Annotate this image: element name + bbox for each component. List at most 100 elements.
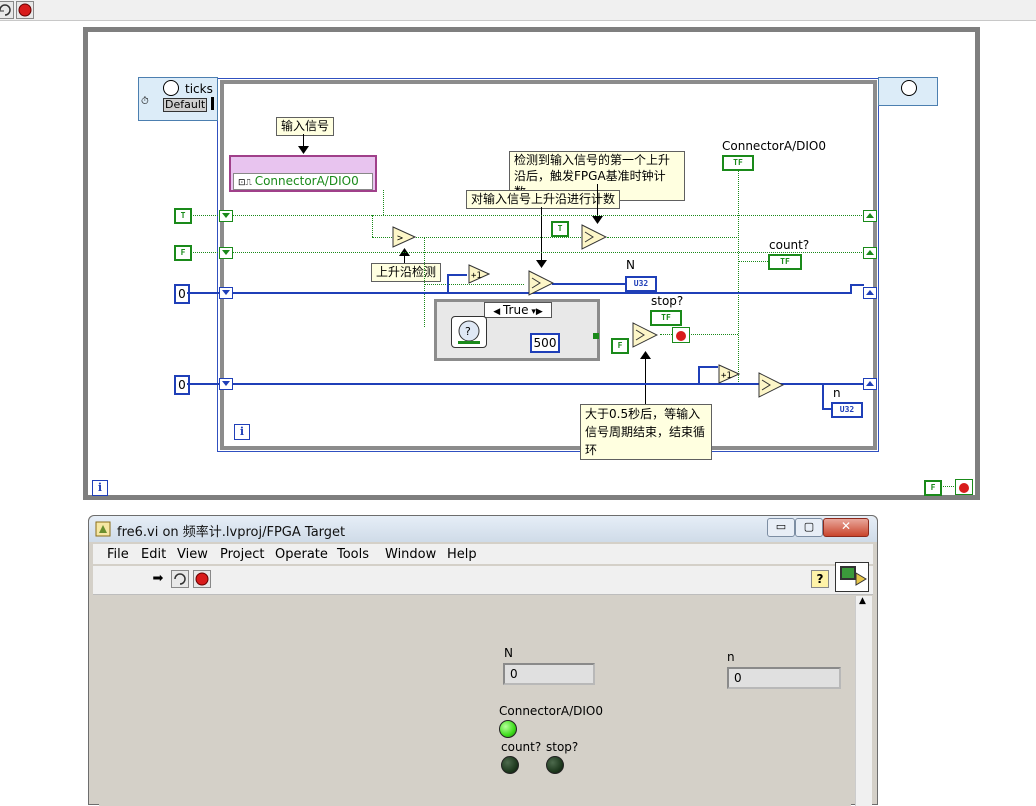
top-toolbar xyxy=(0,0,1036,21)
case-selector[interactable]: ◀ True ▾▶ xyxy=(484,302,552,318)
stop-led xyxy=(546,756,564,774)
shift-register-left[interactable] xyxy=(219,247,233,259)
bool-false-constant[interactable]: F xyxy=(611,338,629,354)
shift-register-right[interactable] xyxy=(863,210,877,222)
menu-window[interactable]: Window xyxy=(385,547,436,562)
panel-toolbar: ➡ ? xyxy=(93,562,873,595)
bool-wire xyxy=(738,261,768,262)
window-title: fre6.vi on 频率计.lvproj/FPGA Target xyxy=(117,525,346,540)
numeric-constant-500[interactable]: 500 xyxy=(530,333,560,353)
N-label: N xyxy=(504,646,513,660)
front-panel-window: fre6.vi on 频率计.lvproj/FPGA Target ▭ ▢ ✕ … xyxy=(88,515,878,806)
count-led xyxy=(501,756,519,774)
minimize-button[interactable]: ▭ xyxy=(767,518,795,537)
increment-node[interactable]: +1 xyxy=(718,364,740,384)
menu-operate[interactable]: Operate xyxy=(275,547,328,562)
select-node[interactable] xyxy=(528,270,554,296)
bool-true-constant[interactable]: T xyxy=(174,208,192,224)
greater-than-node[interactable]: > xyxy=(392,226,416,248)
timed-loop-input-node[interactable]: ticks ⏱ Default xyxy=(138,77,218,121)
front-panel-canvas: N 0 n 0 ConnectorA/DIO0 count? stop? xyxy=(99,596,851,806)
clock-icon xyxy=(163,80,179,96)
shift-register-right[interactable] xyxy=(863,378,877,390)
connector-led xyxy=(499,720,517,738)
timer-icon: ⏱ xyxy=(141,96,149,107)
bool-wire xyxy=(738,168,739,384)
bool-true-constant[interactable]: T xyxy=(551,221,569,237)
menu-help[interactable]: Help xyxy=(447,547,477,562)
shift-register-left[interactable] xyxy=(219,378,233,390)
bool-wire xyxy=(232,252,864,253)
menu-project[interactable]: Project xyxy=(220,547,264,562)
shift-register-right[interactable] xyxy=(863,247,877,259)
N-indicator: 0 xyxy=(503,663,595,685)
timing-source-default[interactable]: Default xyxy=(163,98,208,112)
numeric-constant-zero[interactable]: 0 xyxy=(174,375,190,395)
abort-icon xyxy=(195,572,209,586)
fpga-io-node[interactable]: ⊡⎍ ConnectorA/DIO0 xyxy=(229,155,377,192)
port-icon: ⊡⎍ xyxy=(238,178,255,188)
stop-label: stop? xyxy=(651,294,684,308)
timed-loop-output-node[interactable] xyxy=(878,77,938,106)
shift-register-left[interactable] xyxy=(219,287,233,299)
numeric-wire xyxy=(187,292,220,294)
stop-condition-terminal[interactable] xyxy=(672,327,690,343)
connector-label: ConnectorA/DIO0 xyxy=(722,139,827,153)
svg-text:?: ? xyxy=(465,325,471,338)
case-structure[interactable]: ◀ True ▾▶ ? 500 xyxy=(434,299,600,361)
node-bar xyxy=(211,97,214,110)
numeric-wire xyxy=(850,284,864,286)
stop-label: stop? xyxy=(546,740,579,754)
vi-icon xyxy=(95,521,111,537)
numeric-wire xyxy=(447,274,467,276)
bool-false-constant[interactable]: F xyxy=(924,480,942,496)
bool-wire xyxy=(416,237,581,238)
tick-count-icon[interactable]: ? xyxy=(451,316,487,348)
bool-wire xyxy=(424,284,524,285)
run-continuously-button[interactable] xyxy=(171,570,189,588)
count-indicator-terminal[interactable]: TF xyxy=(768,254,802,270)
scroll-up-icon[interactable]: ▲ xyxy=(859,596,866,606)
n-indicator-terminal[interactable]: U32 xyxy=(831,402,863,418)
numeric-constant-zero[interactable]: 0 xyxy=(174,284,190,304)
menu-view[interactable]: View xyxy=(177,547,208,562)
close-button[interactable]: ✕ xyxy=(823,518,869,537)
ticks-label: ticks xyxy=(185,82,213,96)
iteration-terminal[interactable]: i xyxy=(234,424,250,440)
bool-false-constant[interactable]: F xyxy=(174,245,192,261)
svg-text:>: > xyxy=(397,233,403,244)
connector-indicator-terminal[interactable]: TF xyxy=(722,155,754,171)
numeric-wire xyxy=(552,283,632,285)
increment-node[interactable]: +1 xyxy=(468,264,490,284)
window-titlebar[interactable]: fre6.vi on 频率计.lvproj/FPGA Target ▭ ▢ ✕ xyxy=(89,516,877,542)
vi-connector-icon[interactable] xyxy=(835,562,869,592)
abort-button[interactable] xyxy=(193,570,211,588)
abort-button[interactable] xyxy=(16,1,34,19)
bool-wire xyxy=(940,486,956,487)
bool-wire xyxy=(232,215,864,216)
N-indicator-terminal[interactable]: U32 xyxy=(625,276,657,292)
count-label: count? xyxy=(769,238,810,252)
menu-file[interactable]: File xyxy=(107,547,129,562)
menu-edit[interactable]: Edit xyxy=(141,547,166,562)
menu-bar: File Edit View Project Operate Tools Win… xyxy=(93,544,873,564)
shift-register-left[interactable] xyxy=(219,210,233,222)
iteration-terminal[interactable]: i xyxy=(92,480,108,496)
arrow-line xyxy=(404,255,405,263)
shift-register-right[interactable] xyxy=(863,287,877,299)
maximize-button[interactable]: ▢ xyxy=(795,518,823,537)
note-rising-detect: 上升沿检测 xyxy=(371,263,442,282)
outer-stop-terminal[interactable] xyxy=(955,479,973,495)
select-node[interactable] xyxy=(581,224,607,250)
note-after-half-second: 大于0.5秒后，等输入信号周期结束，结束循环 xyxy=(580,404,712,460)
case-output-tunnel xyxy=(593,333,599,339)
run-button[interactable]: ➡ xyxy=(149,570,167,588)
stop-indicator-terminal[interactable]: TF xyxy=(650,310,682,326)
menu-tools[interactable]: Tools xyxy=(337,547,369,562)
run-continuously-button[interactable] xyxy=(0,1,14,19)
io-node-label: ConnectorA/DIO0 xyxy=(254,174,359,188)
bool-wire xyxy=(424,237,425,327)
help-icon[interactable]: ? xyxy=(811,570,829,588)
vertical-scrollbar[interactable]: ▲ xyxy=(855,596,872,806)
select-node[interactable] xyxy=(758,372,784,398)
